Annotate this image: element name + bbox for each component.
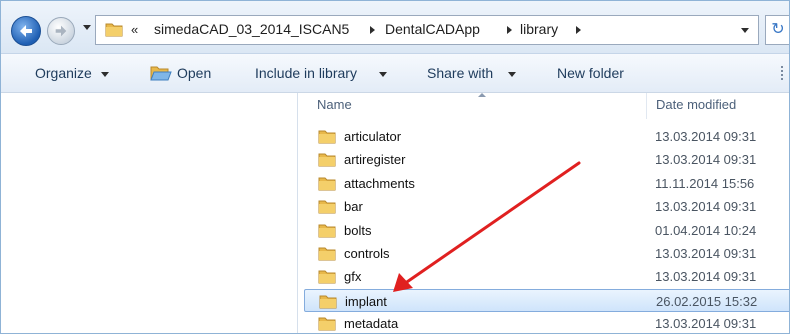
file-name: bar: [344, 199, 363, 214]
file-date-modified: 13.03.2014 09:31: [655, 129, 757, 144]
file-name: gfx: [344, 269, 362, 284]
file-name: metadata: [344, 316, 399, 331]
breadcrumb-dentalcadapp[interactable]: DentalCADApp: [385, 21, 480, 37]
recent-pages-dropdown-icon[interactable]: [83, 25, 91, 30]
open-button[interactable]: Open: [177, 65, 211, 81]
folder-icon: [318, 247, 336, 261]
address-history-dropdown-icon[interactable]: [741, 28, 749, 33]
pane-splitter[interactable]: [297, 93, 298, 333]
address-overflow[interactable]: «: [131, 22, 138, 37]
include-in-library-button[interactable]: Include in library: [255, 65, 357, 81]
organize-button[interactable]: Organize: [35, 65, 92, 81]
chevron-down-icon: [379, 72, 387, 77]
explorer-window: « simedaCAD_03_2014_ISCAN5 DentalCADApp …: [0, 0, 790, 334]
file-row[interactable]: artiregister 13.03.2014 09:31: [304, 148, 789, 171]
file-date-modified: 13.03.2014 09:31: [655, 269, 757, 284]
file-row[interactable]: bar 13.03.2014 09:31: [304, 195, 789, 218]
back-button[interactable]: [11, 16, 41, 46]
folder-icon: [319, 295, 337, 309]
file-date-modified: 13.03.2014 09:31: [655, 246, 757, 261]
file-name: articulator: [344, 129, 402, 144]
back-arrow-icon: [20, 25, 32, 37]
new-folder-button[interactable]: New folder: [557, 65, 624, 81]
refresh-icon: ↻: [771, 21, 785, 38]
forward-button[interactable]: [47, 17, 75, 45]
folder-icon: [105, 23, 123, 37]
folder-icon: [318, 270, 336, 284]
chevron-right-icon[interactable]: [507, 26, 512, 34]
forward-arrow-icon: [55, 25, 67, 37]
folder-icon: [318, 130, 336, 144]
file-date-modified: 13.03.2014 09:31: [655, 152, 757, 167]
address-bar-row: « simedaCAD_03_2014_ISCAN5 DentalCADApp …: [1, 1, 789, 54]
file-name: bolts: [344, 223, 372, 238]
folder-icon: [318, 200, 336, 214]
folder-icon: [318, 224, 336, 238]
file-row[interactable]: metadata 13.03.2014 09:31: [304, 312, 789, 333]
file-row[interactable]: implant 26.02.2015 15:32: [304, 289, 789, 312]
column-header-name[interactable]: Name: [317, 97, 352, 112]
file-row[interactable]: attachments 11.11.2014 15:56: [304, 172, 789, 195]
file-name: implant: [345, 294, 387, 309]
chevron-right-icon[interactable]: [370, 26, 375, 34]
chevron-right-icon[interactable]: [576, 26, 581, 34]
file-date-modified: 26.02.2015 15:32: [656, 294, 758, 309]
folder-icon: [318, 177, 336, 191]
open-folder-icon: [150, 66, 172, 81]
file-name: artiregister: [344, 152, 406, 167]
column-divider[interactable]: [646, 93, 647, 119]
file-row[interactable]: articulator 13.03.2014 09:31: [304, 125, 789, 148]
file-name: controls: [344, 246, 390, 261]
breadcrumb-library[interactable]: library: [520, 21, 558, 37]
share-with-button[interactable]: Share with: [427, 65, 493, 81]
chevron-down-icon: [101, 72, 109, 77]
file-row[interactable]: gfx 13.03.2014 09:31: [304, 265, 789, 288]
column-header-date-modified[interactable]: Date modified: [656, 97, 736, 112]
breadcrumb-simedacad[interactable]: simedaCAD_03_2014_ISCAN5: [154, 21, 349, 37]
file-date-modified: 11.11.2014 15:56: [655, 176, 755, 191]
file-row[interactable]: controls 13.03.2014 09:31: [304, 242, 789, 265]
folder-icon: [318, 153, 336, 167]
file-name: attachments: [344, 176, 415, 191]
navigation-pane[interactable]: [1, 93, 297, 333]
refresh-button[interactable]: ↻: [765, 15, 789, 45]
folder-icon: [318, 317, 336, 331]
file-date-modified: 13.03.2014 09:31: [655, 199, 757, 214]
file-date-modified: 01.04.2014 10:24: [655, 223, 757, 238]
file-row[interactable]: bolts 01.04.2014 10:24: [304, 219, 789, 242]
command-toolbar: Organize Open Include in library Share w…: [1, 54, 789, 93]
sort-ascending-icon: [478, 93, 486, 97]
view-options-icon[interactable]: [781, 66, 789, 80]
file-date-modified: 13.03.2014 09:31: [655, 316, 757, 331]
chevron-down-icon: [508, 72, 516, 77]
